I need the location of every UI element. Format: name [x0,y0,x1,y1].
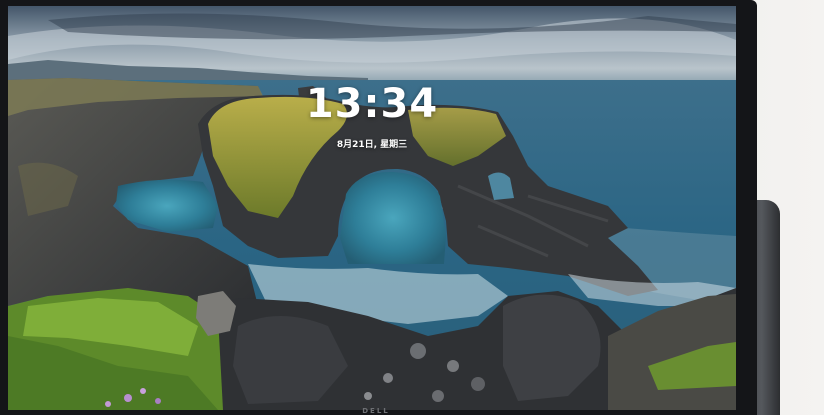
monitor-brand-logo: DELL [362,408,390,415]
lock-screen-wallpaper [8,6,736,410]
lock-screen-date: 8月21日, 星期三 [336,140,408,150]
monitor: 13:34 8月21日, 星期三 DELL [0,0,757,415]
lock-screen-time: 13:34 [305,81,439,127]
lock-screen[interactable]: 13:34 8月21日, 星期三 [8,6,736,410]
